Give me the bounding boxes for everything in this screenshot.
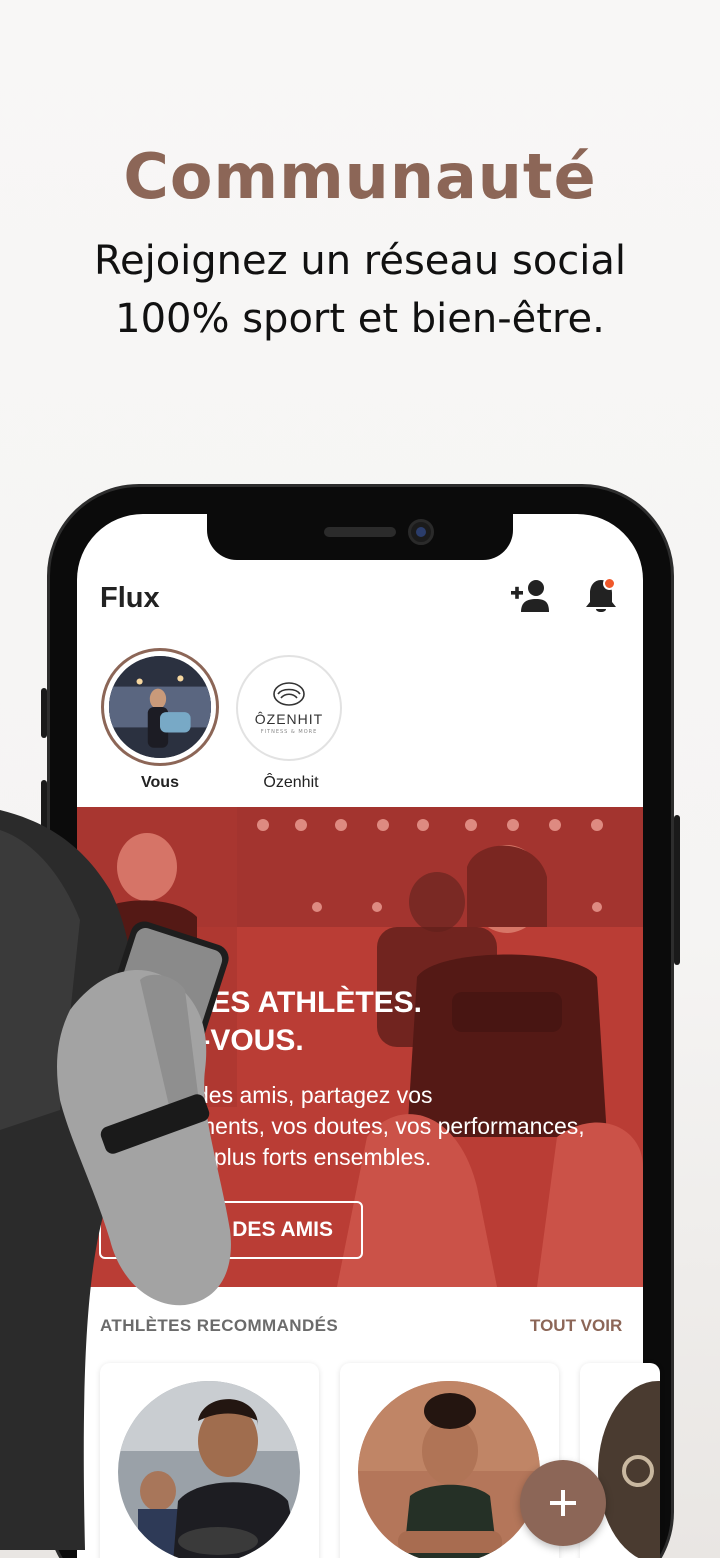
plus-icon bbox=[550, 1490, 576, 1516]
see-all-link[interactable]: TOUT VOIR bbox=[530, 1316, 622, 1336]
page-title: Flux bbox=[100, 582, 160, 614]
phone-side-button bbox=[41, 688, 47, 738]
athlete-avatar bbox=[598, 1381, 660, 1558]
find-friends-button[interactable]: DES AMIS bbox=[99, 1201, 363, 1259]
story-you-avatar bbox=[109, 656, 211, 758]
ozenhit-logo-icon bbox=[273, 682, 305, 706]
create-post-button[interactable] bbox=[520, 1460, 606, 1546]
phone-side-button bbox=[41, 780, 47, 860]
athlete-avatar bbox=[358, 1381, 540, 1558]
ozenhit-logo-tagline: FITNESS & MORE bbox=[260, 729, 318, 735]
story-ozenhit-label: Ôzenhit bbox=[263, 774, 319, 791]
hero-subtitle: Rejoignez un réseau social 100% sport et… bbox=[93, 238, 627, 342]
ozenhit-logo-text: ÔZENHIT bbox=[254, 711, 324, 727]
athlete-card[interactable] bbox=[100, 1363, 319, 1558]
story-you[interactable] bbox=[101, 648, 219, 766]
hero-title: Communauté bbox=[123, 140, 597, 213]
story-you-label: Vous bbox=[141, 774, 179, 791]
notification-badge bbox=[603, 577, 616, 590]
banner-body: des amis, partagez vos ments, vos doutes… bbox=[196, 1082, 585, 1170]
recommended-section-title: ATHLÈTES RECOMMANDÉS bbox=[100, 1316, 339, 1335]
athlete-card[interactable] bbox=[340, 1363, 559, 1558]
phone-notch bbox=[207, 514, 513, 560]
phone-power-button bbox=[674, 815, 680, 965]
phone-speaker bbox=[324, 527, 396, 537]
add-friend-icon[interactable] bbox=[510, 578, 550, 614]
banner-headline: Z DES ATHLÈTES. EZ-VOUS. bbox=[162, 986, 423, 1057]
athlete-avatar bbox=[118, 1381, 300, 1558]
phone-camera bbox=[408, 519, 434, 545]
story-ozenhit[interactable]: ÔZENHIT FITNESS & MORE bbox=[236, 655, 342, 761]
